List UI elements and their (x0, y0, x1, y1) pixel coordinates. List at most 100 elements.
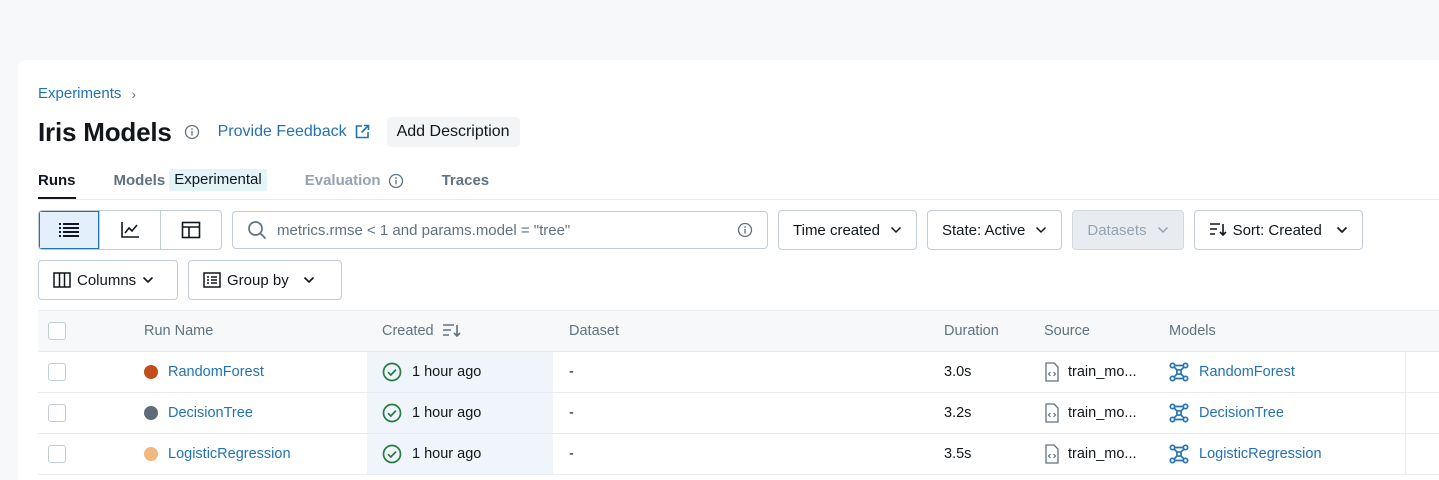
created-time: 1 hour ago (412, 364, 482, 380)
table-row[interactable]: DecisionTree 1 hour ago - 3.2s train_mo.… (38, 393, 1439, 434)
tab-evaluation-label: Evaluation (304, 172, 381, 189)
model-link[interactable]: RandomForest (1199, 364, 1295, 380)
model-icon (1169, 362, 1189, 382)
source-name: train_mo... (1068, 446, 1137, 462)
tab-runs[interactable]: Runs (38, 172, 76, 200)
dataset-cell: - (569, 364, 574, 380)
code-file-icon (1045, 444, 1059, 464)
tab-divider (38, 199, 1439, 200)
run-color-dot[interactable] (144, 406, 158, 420)
tab-traces[interactable]: Traces (442, 172, 490, 200)
chevron-down-icon (1157, 226, 1168, 234)
source-cell[interactable]: train_mo... (1044, 434, 1137, 474)
row-checkbox[interactable] (48, 363, 66, 381)
header-created[interactable]: Created (382, 311, 462, 351)
evaluation-info-icon[interactable] (388, 173, 404, 193)
run-name-link[interactable]: DecisionTree (168, 405, 253, 421)
source-name: train_mo... (1068, 364, 1137, 380)
run-name-link[interactable]: LogisticRegression (168, 446, 291, 462)
model-link[interactable]: LogisticRegression (1199, 446, 1322, 462)
column-divider (1405, 434, 1406, 474)
sort-dropdown[interactable]: Sort: Created (1193, 210, 1363, 250)
datasets-label: Datasets (1087, 221, 1147, 239)
code-file-icon (1045, 403, 1059, 423)
state-label: State: Active (941, 221, 1026, 239)
group-by-dropdown[interactable]: Group by (188, 260, 342, 300)
group-icon (203, 272, 221, 288)
code-file-icon (1045, 362, 1059, 382)
run-name-link[interactable]: RandomForest (168, 364, 264, 380)
header-duration[interactable]: Duration (944, 311, 999, 351)
select-all-checkbox[interactable] (48, 322, 66, 340)
source-cell[interactable]: train_mo... (1044, 352, 1137, 392)
created-time: 1 hour ago (412, 405, 482, 421)
table-row[interactable]: LogisticRegression 1 hour ago - 3.5s tra… (38, 434, 1439, 475)
provide-feedback-link[interactable]: Provide Feedback (218, 123, 371, 141)
run-color-dot[interactable] (144, 365, 158, 379)
tab-evaluation[interactable]: Evaluation (305, 172, 404, 200)
time-created-label: Time created (793, 221, 880, 239)
info-icon[interactable] (184, 124, 200, 140)
tab-models-label: Models (113, 172, 166, 189)
header-run-name[interactable]: Run Name (144, 311, 213, 351)
model-link[interactable]: DecisionTree (1199, 405, 1284, 421)
experiment-panel: Experiments › Iris Models Provide Feedba… (18, 60, 1439, 480)
columns-dropdown[interactable]: Columns (38, 260, 178, 300)
chevron-down-icon (1036, 226, 1047, 234)
tab-traces-label: Traces (441, 172, 490, 189)
duration-cell: 3.0s (944, 364, 972, 380)
view-mode-toggle (38, 210, 222, 250)
table-view-button[interactable] (39, 211, 100, 249)
header-models[interactable]: Models (1169, 311, 1216, 351)
search-info-icon[interactable] (737, 222, 753, 238)
line-chart-icon (121, 222, 139, 238)
table-header: Run Name Created Dataset Duration Source… (38, 310, 1439, 352)
title-row: Iris Models Provide Feedback Add Descrip… (38, 116, 520, 148)
created-time: 1 hour ago (412, 446, 482, 462)
dataset-cell: - (569, 446, 574, 462)
provide-feedback-label: Provide Feedback (217, 123, 347, 140)
add-description-button[interactable]: Add Description (386, 117, 520, 147)
list-icon (59, 223, 79, 237)
chevron-down-icon (890, 226, 902, 234)
run-color-dot[interactable] (144, 447, 158, 461)
table-icon (181, 221, 201, 239)
run-search-input[interactable]: metrics.rmse < 1 and params.model = "tre… (232, 211, 768, 249)
header-dataset[interactable]: Dataset (569, 311, 619, 351)
search-query-text: metrics.rmse < 1 and params.model = "tre… (277, 221, 571, 239)
breadcrumb-experiments-link[interactable]: Experiments (38, 85, 121, 102)
column-divider (1405, 393, 1406, 433)
sort-desc-icon (442, 324, 461, 338)
dataset-cell: - (569, 405, 574, 421)
runs-toolbar-secondary: Columns Group by (38, 260, 342, 300)
evaluation-view-button[interactable] (161, 211, 221, 249)
models-cell[interactable]: DecisionTree (1169, 393, 1284, 433)
time-created-dropdown[interactable]: Time created (778, 210, 917, 250)
models-cell[interactable]: LogisticRegression (1169, 434, 1322, 474)
chart-view-button[interactable] (100, 211, 161, 249)
table-row[interactable]: RandomForest 1 hour ago - 3.0s train_mo.… (38, 352, 1439, 393)
page-title: Iris Models (38, 116, 172, 147)
tab-models[interactable]: Models Experimental (113, 169, 267, 200)
runs-table: Run Name Created Dataset Duration Source… (38, 310, 1439, 475)
success-check-icon (382, 444, 402, 464)
sort-icon (1209, 223, 1227, 237)
sort-label: Sort: Created (1232, 221, 1322, 239)
models-cell[interactable]: RandomForest (1169, 352, 1295, 392)
source-cell[interactable]: train_mo... (1044, 393, 1137, 433)
chevron-down-icon (143, 276, 154, 284)
row-checkbox[interactable] (48, 445, 66, 463)
success-check-icon (382, 403, 402, 423)
state-dropdown[interactable]: State: Active (926, 210, 1063, 250)
row-checkbox[interactable] (48, 404, 66, 422)
experimental-badge: Experimental (169, 169, 267, 191)
datasets-dropdown[interactable]: Datasets (1072, 210, 1184, 250)
chevron-down-icon (303, 276, 314, 284)
model-icon (1169, 403, 1189, 423)
columns-icon (53, 272, 71, 288)
source-name: train_mo... (1068, 405, 1137, 421)
tab-runs-label: Runs (38, 172, 76, 189)
success-check-icon (382, 362, 402, 382)
header-source[interactable]: Source (1044, 311, 1090, 351)
chevron-down-icon (1336, 226, 1347, 234)
